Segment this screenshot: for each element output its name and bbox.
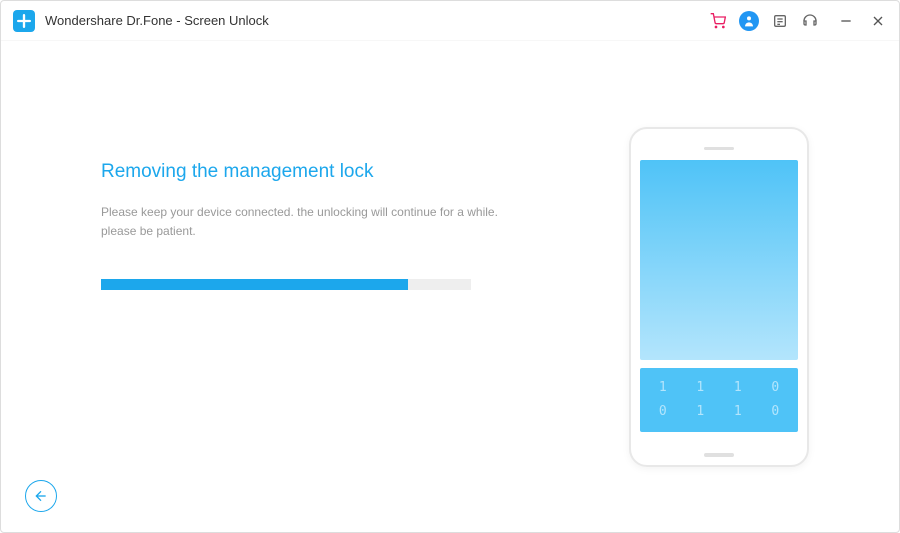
- progress-fill: [101, 279, 408, 290]
- right-panel: 1110 0110: [599, 81, 839, 492]
- content-area: Removing the management lock Please keep…: [1, 41, 899, 532]
- page-heading: Removing the management lock: [101, 161, 599, 183]
- app-title: Wondershare Dr.Fone - Screen Unlock: [45, 13, 709, 28]
- subtext-line2: please be patient.: [101, 224, 196, 238]
- feedback-icon[interactable]: [771, 12, 789, 30]
- phone-home-icon: [704, 453, 734, 457]
- phone-speaker-icon: [704, 147, 734, 150]
- progress-bar: [101, 279, 471, 290]
- titlebar-actions: [709, 11, 887, 31]
- left-panel: Removing the management lock Please keep…: [101, 81, 599, 492]
- minimize-button[interactable]: [837, 12, 855, 30]
- support-icon[interactable]: [801, 12, 819, 30]
- subtext-line1: Please keep your device connected. the u…: [101, 205, 498, 219]
- phone-keypad-icon: 1110 0110: [640, 368, 798, 432]
- phone-illustration: 1110 0110: [629, 127, 809, 467]
- phone-screen-icon: [640, 160, 798, 360]
- app-logo-icon: [13, 10, 35, 32]
- app-window: Wondershare Dr.Fone - Screen Unlock: [0, 0, 900, 533]
- account-icon[interactable]: [739, 11, 759, 31]
- cart-icon[interactable]: [709, 12, 727, 30]
- back-button[interactable]: [25, 480, 57, 512]
- titlebar: Wondershare Dr.Fone - Screen Unlock: [1, 1, 899, 41]
- page-subtext: Please keep your device connected. the u…: [101, 203, 599, 241]
- close-button[interactable]: [869, 12, 887, 30]
- window-controls: [837, 12, 887, 30]
